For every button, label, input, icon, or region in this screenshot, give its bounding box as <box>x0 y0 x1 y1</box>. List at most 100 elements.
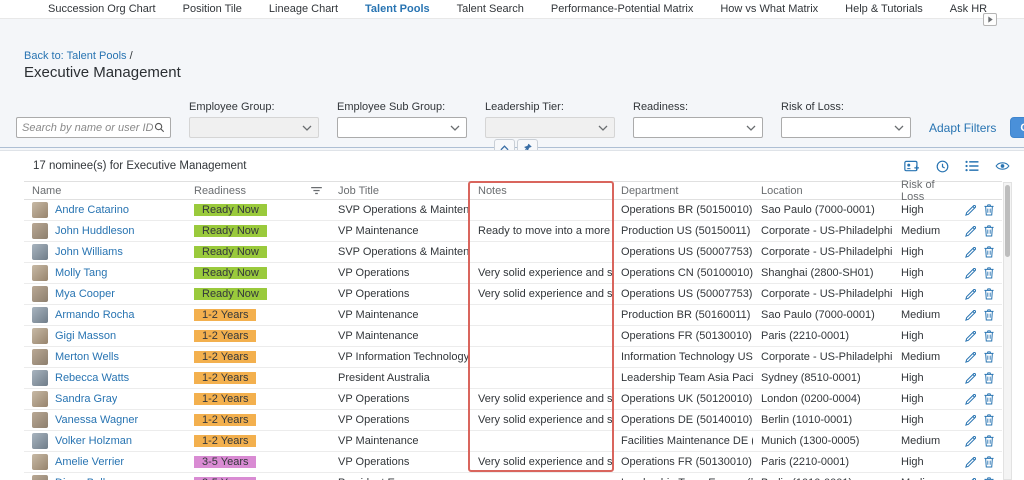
job-title-cell: VP Maintenance <box>330 309 470 321</box>
edit-icon[interactable] <box>965 415 976 426</box>
delete-icon[interactable] <box>984 246 994 258</box>
visibility-icon[interactable] <box>995 161 1010 171</box>
scrollbar-thumb[interactable] <box>1005 185 1010 257</box>
nominee-name-link[interactable]: Merton Wells <box>55 351 119 363</box>
delete-icon[interactable] <box>984 204 994 216</box>
delete-icon[interactable] <box>984 414 994 426</box>
edit-icon[interactable] <box>965 373 976 384</box>
nominee-name-link[interactable]: John Williams <box>55 246 123 258</box>
filter-dropdown[interactable] <box>485 117 615 138</box>
filter-dropdown[interactable] <box>781 117 911 138</box>
nav-item[interactable]: Succession Org Chart <box>48 3 156 15</box>
readiness-badge: 1-2 Years <box>194 372 256 384</box>
nominee-name-link[interactable]: Sandra Gray <box>55 393 117 405</box>
nominee-name-link[interactable]: Rebecca Watts <box>55 372 129 384</box>
delete-icon[interactable] <box>984 267 994 279</box>
nav-item[interactable]: Talent Search <box>457 3 524 15</box>
nominee-name-link[interactable]: Vanessa Wagner <box>55 414 138 426</box>
nav-item[interactable]: Position Tile <box>183 3 242 15</box>
risk-of-loss-cell: High <box>893 330 963 342</box>
delete-icon[interactable] <box>984 435 994 447</box>
list-view-icon[interactable] <box>965 160 979 172</box>
col-header-department[interactable]: Department <box>613 185 753 197</box>
name-cell: Armando Rocha <box>24 307 186 323</box>
actions-cell <box>963 393 1002 405</box>
col-header-job-title[interactable]: Job Title <box>330 185 470 197</box>
table-scrollbar[interactable] <box>1003 182 1012 480</box>
delete-icon[interactable] <box>984 456 994 468</box>
video-tutorial-icon[interactable] <box>983 13 997 26</box>
avatar <box>32 349 48 365</box>
delete-icon[interactable] <box>984 351 994 363</box>
nominee-name-link[interactable]: Gigi Masson <box>55 330 116 342</box>
col-header-location[interactable]: Location <box>753 185 893 197</box>
search-icon[interactable] <box>154 122 165 133</box>
table-row: Molly Tang Ready Now VP Operations Very … <box>24 263 1002 284</box>
filter-dropdown[interactable] <box>633 117 763 138</box>
department-cell: Operations US (50007753) <box>613 246 753 258</box>
edit-icon[interactable] <box>965 268 976 279</box>
actions-cell <box>963 246 1002 258</box>
nominee-name-link[interactable]: Armando Rocha <box>55 309 135 321</box>
nominee-name-link[interactable]: Volker Holzman <box>55 435 132 447</box>
filter-dropdown[interactable] <box>189 117 319 138</box>
filter-label: Leadership Tier: <box>485 101 615 113</box>
edit-icon[interactable] <box>965 310 976 321</box>
back-to-talent-pools-link[interactable]: Back to: Talent Pools <box>24 50 127 62</box>
nominee-name-link[interactable]: Andre Catarino <box>55 204 129 216</box>
col-header-readiness[interactable]: Readiness <box>186 185 330 197</box>
delete-icon[interactable] <box>984 225 994 237</box>
nav-item[interactable]: How vs What Matrix <box>720 3 818 15</box>
table-row: Mya Cooper Ready Now VP Operations Very … <box>24 284 1002 305</box>
delete-icon[interactable] <box>984 393 994 405</box>
top-nav: Succession Org Chart Position Tile Lineage… <box>0 0 1024 19</box>
nav-item[interactable]: Ask HR <box>950 3 987 15</box>
nav-item[interactable]: Talent Pools <box>365 3 430 15</box>
name-cell: Molly Tang <box>24 265 186 281</box>
edit-icon[interactable] <box>965 289 976 300</box>
risk-of-loss-cell: High <box>893 288 963 300</box>
filter-dropdown[interactable] <box>337 117 467 138</box>
col-header-notes[interactable]: Notes <box>470 185 613 197</box>
edit-icon[interactable] <box>965 205 976 216</box>
nominee-name-link[interactable]: Molly Tang <box>55 267 107 279</box>
nav-item[interactable]: Help & Tutorials <box>845 3 923 15</box>
filter-icon[interactable] <box>311 187 322 195</box>
table-row: Volker Holzman 1-2 Years VP Maintenance … <box>24 431 1002 452</box>
avatar <box>32 286 48 302</box>
adapt-filters-link[interactable]: Adapt Filters <box>929 121 996 135</box>
actions-cell <box>963 456 1002 468</box>
col-header-risk-of-loss[interactable]: Risk of Loss <box>893 179 963 203</box>
nav-item[interactable]: Lineage Chart <box>269 3 338 15</box>
col-header-name[interactable]: Name <box>24 185 186 197</box>
job-title-cell: VP Maintenance <box>330 330 470 342</box>
history-icon[interactable] <box>936 160 949 173</box>
add-nominee-icon[interactable] <box>904 160 920 173</box>
go-button[interactable]: Go <box>1010 117 1024 138</box>
edit-icon[interactable] <box>965 247 976 258</box>
nominee-name-link[interactable]: Mya Cooper <box>55 288 115 300</box>
edit-icon[interactable] <box>965 331 976 342</box>
filter-label: Employee Sub Group: <box>337 101 467 113</box>
edit-icon[interactable] <box>965 352 976 363</box>
edit-icon[interactable] <box>965 457 976 468</box>
table-row: Armando Rocha 1-2 Years VP Maintenance P… <box>24 305 1002 326</box>
edit-icon[interactable] <box>965 436 976 447</box>
play-icon <box>987 16 994 23</box>
delete-icon[interactable] <box>984 330 994 342</box>
location-cell: Shanghai (2800-SH01) <box>753 267 893 279</box>
avatar <box>32 223 48 239</box>
search-input[interactable] <box>22 122 154 134</box>
avatar <box>32 370 48 386</box>
delete-icon[interactable] <box>984 288 994 300</box>
table-row: Rebecca Watts 1-2 Years President Austra… <box>24 368 1002 389</box>
table-row: Diana Ball 3-5 Years President Europe Le… <box>24 473 1002 480</box>
edit-icon[interactable] <box>965 394 976 405</box>
delete-icon[interactable] <box>984 372 994 384</box>
nominee-name-link[interactable]: John Huddleson <box>55 225 135 237</box>
nav-item[interactable]: Performance-Potential Matrix <box>551 3 693 15</box>
nominee-name-link[interactable]: Amelie Verrier <box>55 456 124 468</box>
delete-icon[interactable] <box>984 309 994 321</box>
edit-icon[interactable] <box>965 226 976 237</box>
department-cell: Operations DE (50140010) <box>613 414 753 426</box>
